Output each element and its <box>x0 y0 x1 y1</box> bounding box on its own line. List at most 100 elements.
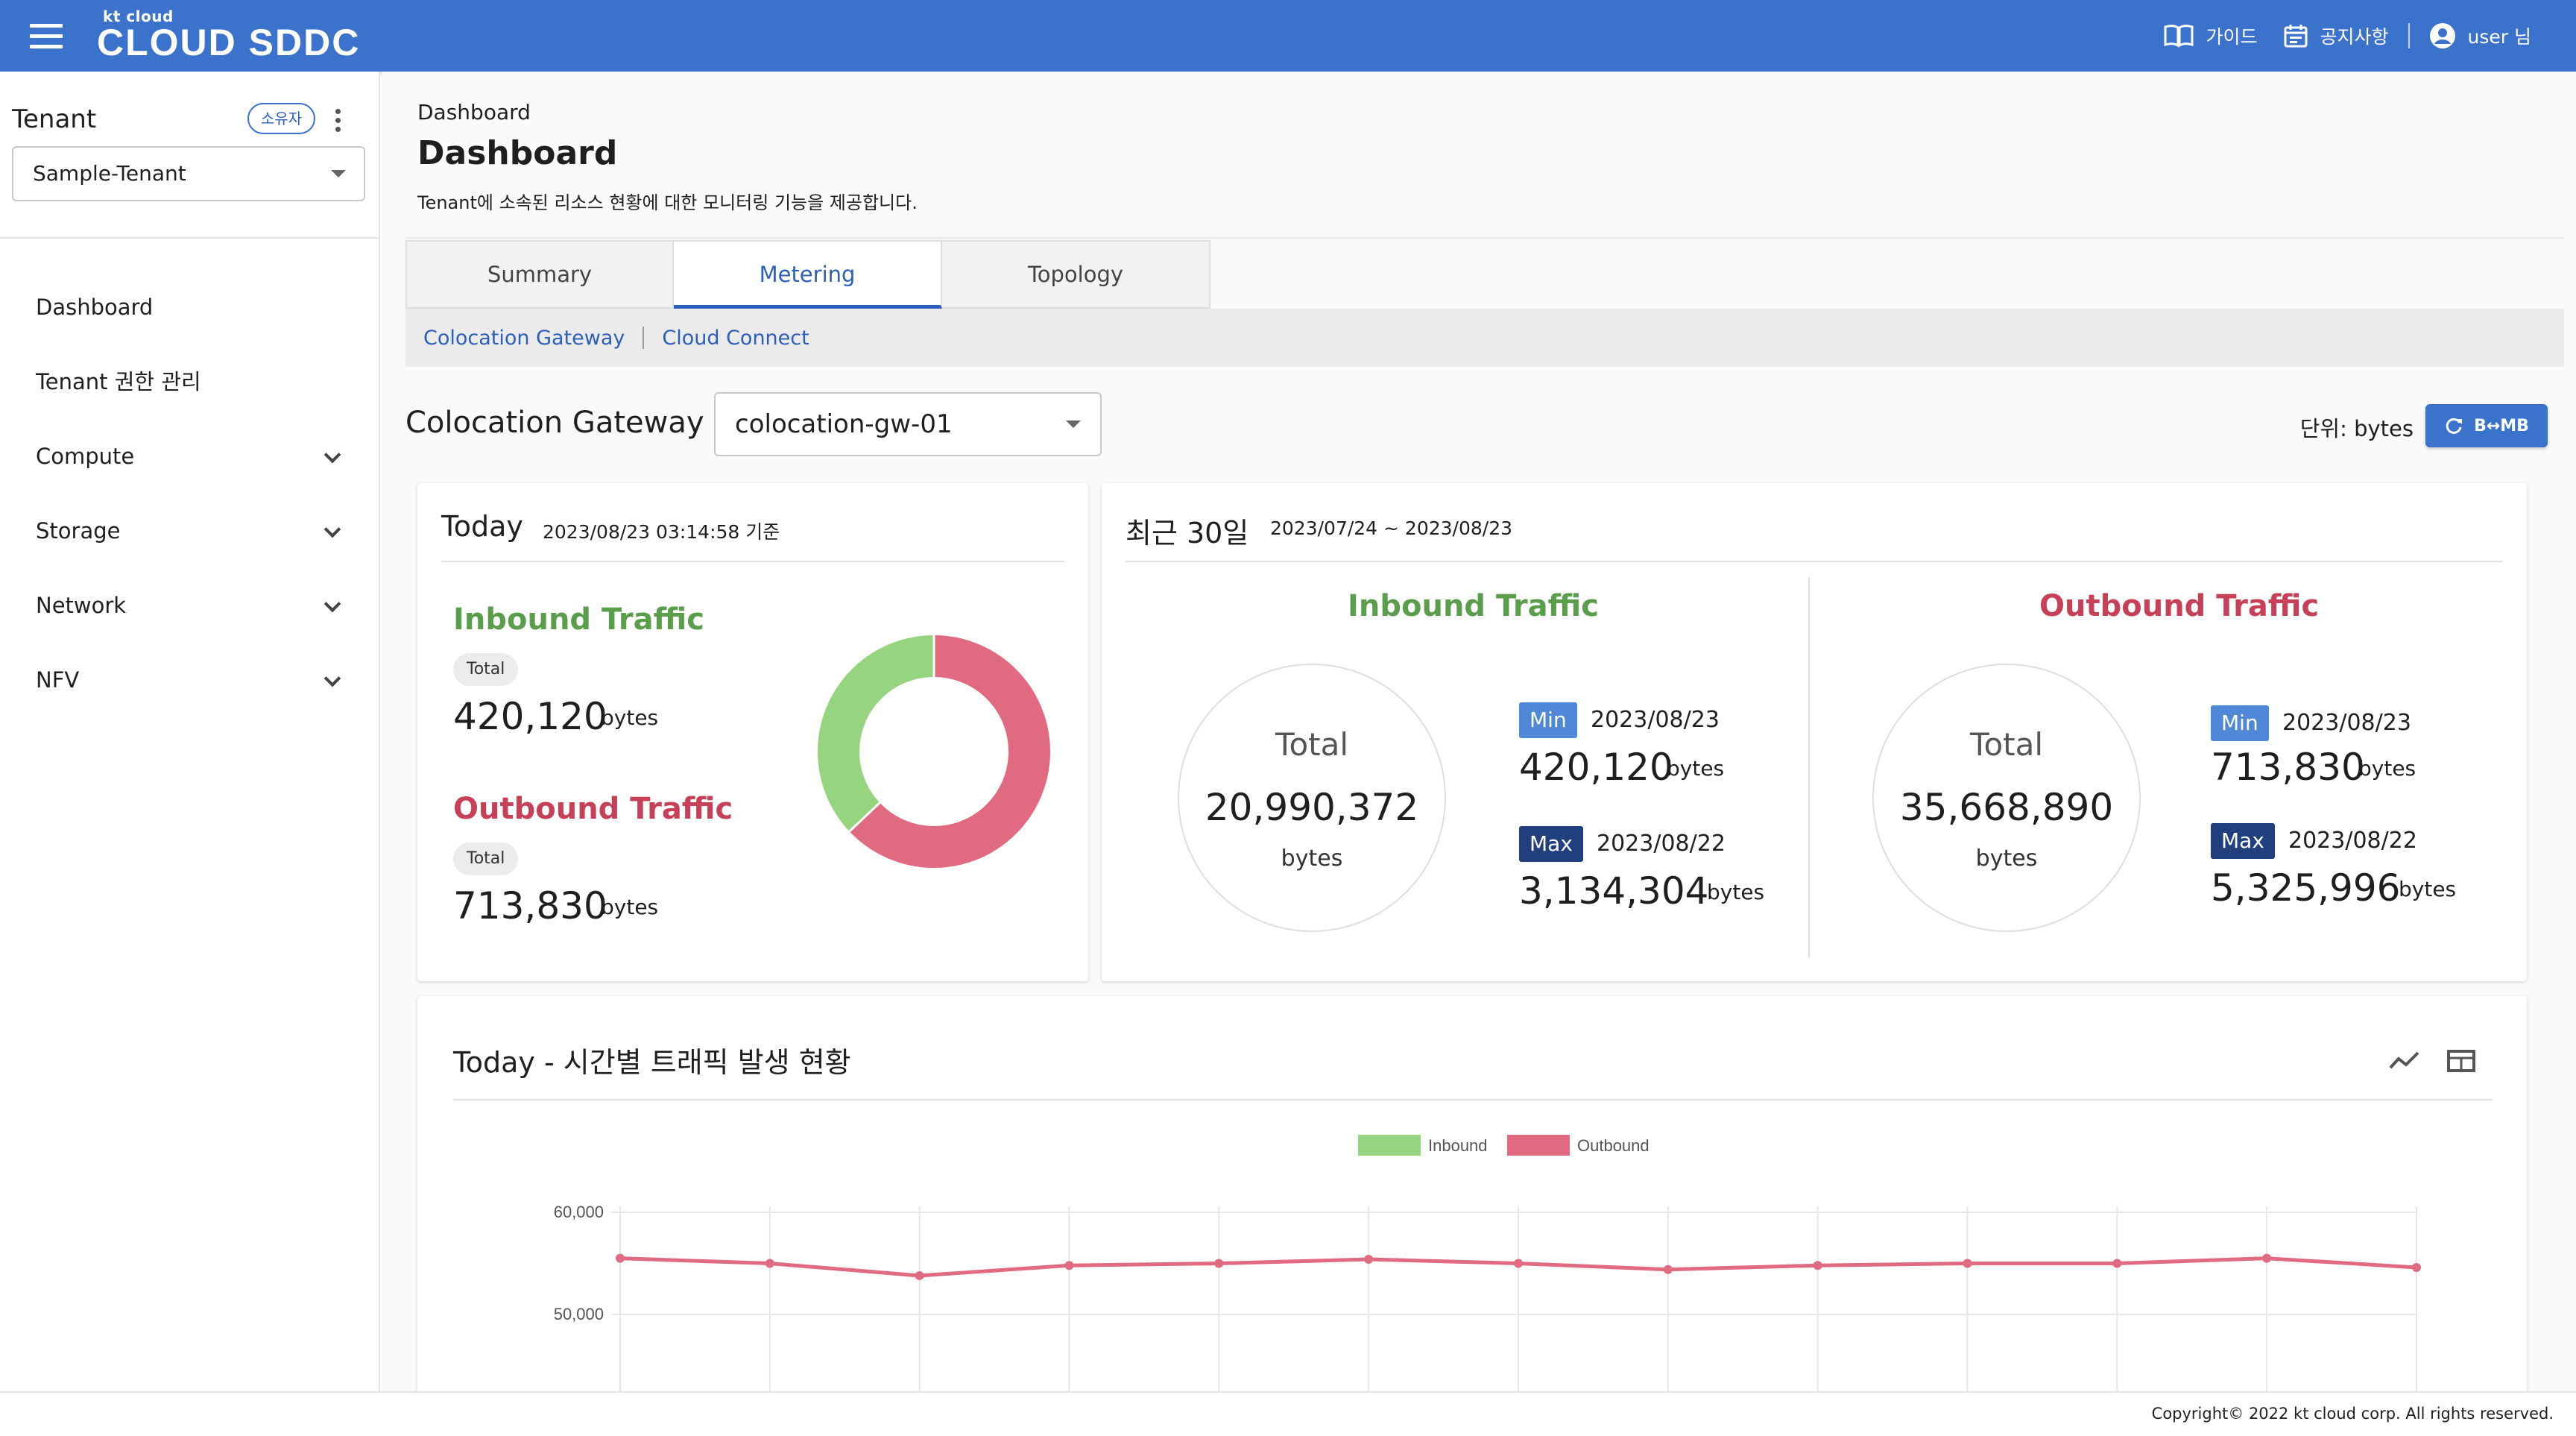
recent-30-days-card: 최근 30일 2023/07/24 ~ 2023/08/23 Inbound T… <box>1102 483 2527 981</box>
data-point[interactable] <box>1514 1259 1523 1268</box>
sidebar-item-tenant-permissions[interactable]: Tenant 권한 관리 <box>0 352 380 412</box>
user-menu[interactable]: user 님 <box>2429 22 2531 49</box>
more-vert-icon[interactable] <box>334 109 341 134</box>
total-chip: Total <box>453 653 519 686</box>
unit-toggle-label: B↔MB <box>2474 416 2529 435</box>
book-icon <box>2164 25 2194 48</box>
legend-swatch <box>1507 1135 1570 1156</box>
today-title: Today <box>441 510 523 543</box>
subnav-colocation-gateway[interactable]: Colocation Gateway <box>423 327 625 350</box>
unit-text: bytes <box>601 895 659 919</box>
data-point[interactable] <box>1663 1265 1673 1274</box>
total-chip: Total <box>453 843 519 875</box>
unit-toggle-button[interactable]: B↔MB <box>2425 404 2548 447</box>
account-icon <box>2429 23 2455 48</box>
min-tag: Min <box>2211 705 2269 741</box>
outbound-total-value: 35,668,890 <box>1899 786 2114 829</box>
unit-text: bytes <box>1707 880 1765 904</box>
data-point[interactable] <box>1214 1259 1224 1268</box>
unit-text: bytes <box>2358 756 2416 781</box>
sidebar-item-label: Storage <box>36 518 121 544</box>
appbar-separator <box>2408 23 2410 48</box>
recent-range: 2023/07/24 ~ 2023/08/23 <box>1270 517 1513 539</box>
data-point[interactable] <box>765 1259 774 1268</box>
inbound-min-value: 420,120 <box>1519 746 1673 789</box>
header-divider <box>405 237 2564 239</box>
today-divider <box>441 561 1064 562</box>
menu-icon[interactable] <box>30 24 63 49</box>
subnav-cloud-connect[interactable]: Cloud Connect <box>662 327 809 350</box>
hourly-line-chart: InboundOutbound60,00050,00040,000 <box>554 1135 2421 1414</box>
sidebar-item-storage[interactable]: Storage <box>0 501 380 561</box>
tab-topology[interactable]: Topology <box>942 240 1210 309</box>
legend-label: Outbound <box>1577 1136 1650 1155</box>
sidebar-item-network[interactable]: Network <box>0 576 380 635</box>
outbound-min-value: 713,830 <box>2211 746 2365 789</box>
chevron-down-icon <box>323 595 341 613</box>
tab-summary[interactable]: Summary <box>405 240 674 309</box>
sidebar-item-nfv[interactable]: NFV <box>0 650 380 710</box>
tab-metering[interactable]: Metering <box>674 240 942 309</box>
unit-text: bytes <box>1667 756 1725 781</box>
chevron-down-icon <box>323 670 341 687</box>
guide-label: 가이드 <box>2206 26 2258 48</box>
sub-navigation: Colocation Gateway Cloud Connect <box>405 309 2564 367</box>
gateway-label: Colocation Gateway : <box>405 406 724 440</box>
data-point[interactable] <box>1963 1259 1972 1268</box>
inbound-total-circle: Total 20,990,372 bytes <box>1178 664 1446 932</box>
data-point[interactable] <box>2112 1259 2122 1268</box>
sidebar-item-compute[interactable]: Compute <box>0 426 380 486</box>
user-label: user 님 <box>2467 26 2531 48</box>
outbound-min-date: 2023/08/23 <box>2282 710 2411 736</box>
data-point[interactable] <box>915 1270 924 1280</box>
inbound-max-value: 3,134,304 <box>1519 869 1709 913</box>
notice-label: 공지사항 <box>2320 26 2389 48</box>
unit-text: bytes <box>601 705 659 730</box>
data-point[interactable] <box>1064 1261 1074 1270</box>
page-description: Tenant에 소속된 리소스 현황에 대한 모니터링 기능을 제공합니다. <box>417 192 918 213</box>
recent-inbound-title: Inbound Traffic <box>1348 589 1599 623</box>
gateway-select[interactable]: colocation-gw-01 <box>714 392 1102 456</box>
today-inbound-total: 420,120 <box>453 695 607 738</box>
line-chart-icon[interactable] <box>2388 1048 2421 1074</box>
today-outbound-title: Outbound Traffic <box>453 792 733 826</box>
dropdown-arrow-icon <box>1066 421 1081 428</box>
gateway-select-value: colocation-gw-01 <box>735 409 953 439</box>
sidebar-item-label: Tenant 권한 관리 <box>36 369 201 394</box>
sync-icon <box>2446 418 2463 434</box>
notice-link[interactable]: 공지사항 <box>2283 22 2389 49</box>
tenant-select[interactable]: Sample-Tenant <box>12 146 365 201</box>
table-view-icon[interactable] <box>2446 1048 2476 1074</box>
copyright-text: Copyright© 2022 kt cloud corp. All right… <box>2151 1405 2554 1423</box>
sidebar-item-label: Compute <box>36 444 135 469</box>
min-tag: Min <box>1519 702 1577 738</box>
today-inbound-title: Inbound Traffic <box>453 602 704 637</box>
traffic-donut-chart <box>818 635 1050 868</box>
data-point[interactable] <box>2412 1262 2421 1272</box>
outbound-max-value: 5,325,996 <box>2211 866 2401 910</box>
inbound-min-date: 2023/08/23 <box>1591 707 1720 733</box>
outbound-total-circle: Total 35,668,890 bytes <box>1872 664 2141 932</box>
unit-label: 단위: bytes <box>2299 416 2414 441</box>
logo-product: CLOUD SDDC <box>97 22 361 63</box>
dropdown-arrow-icon <box>331 170 346 177</box>
data-point[interactable] <box>616 1253 625 1263</box>
owner-chip: 소유자 <box>247 103 316 134</box>
data-point[interactable] <box>2262 1253 2272 1263</box>
unit-text: bytes <box>2399 877 2457 901</box>
sidebar: Tenant 소유자 Sample-Tenant Dashboard Tenan… <box>0 72 380 1391</box>
legend-swatch <box>1358 1135 1421 1156</box>
footer: Copyright© 2022 kt cloud corp. All right… <box>0 1391 2576 1436</box>
app-bar: kt cloud CLOUD SDDC 가이드 공지사항 user 님 <box>0 0 2576 72</box>
data-point[interactable] <box>1813 1261 1822 1270</box>
tenant-select-value: Sample-Tenant <box>33 161 186 186</box>
sidebar-item-dashboard[interactable]: Dashboard <box>0 277 380 337</box>
sidebar-item-label: Dashboard <box>36 295 154 320</box>
circle-unit: bytes <box>1975 845 2038 872</box>
guide-link[interactable]: 가이드 <box>2164 22 2258 49</box>
circle-unit: bytes <box>1281 845 1343 872</box>
tab-bar: Summary Metering Topology <box>405 240 1210 309</box>
y-tick-label: 60,000 <box>554 1203 604 1221</box>
inbound-total-value: 20,990,372 <box>1205 786 1419 829</box>
data-point[interactable] <box>1364 1255 1374 1265</box>
